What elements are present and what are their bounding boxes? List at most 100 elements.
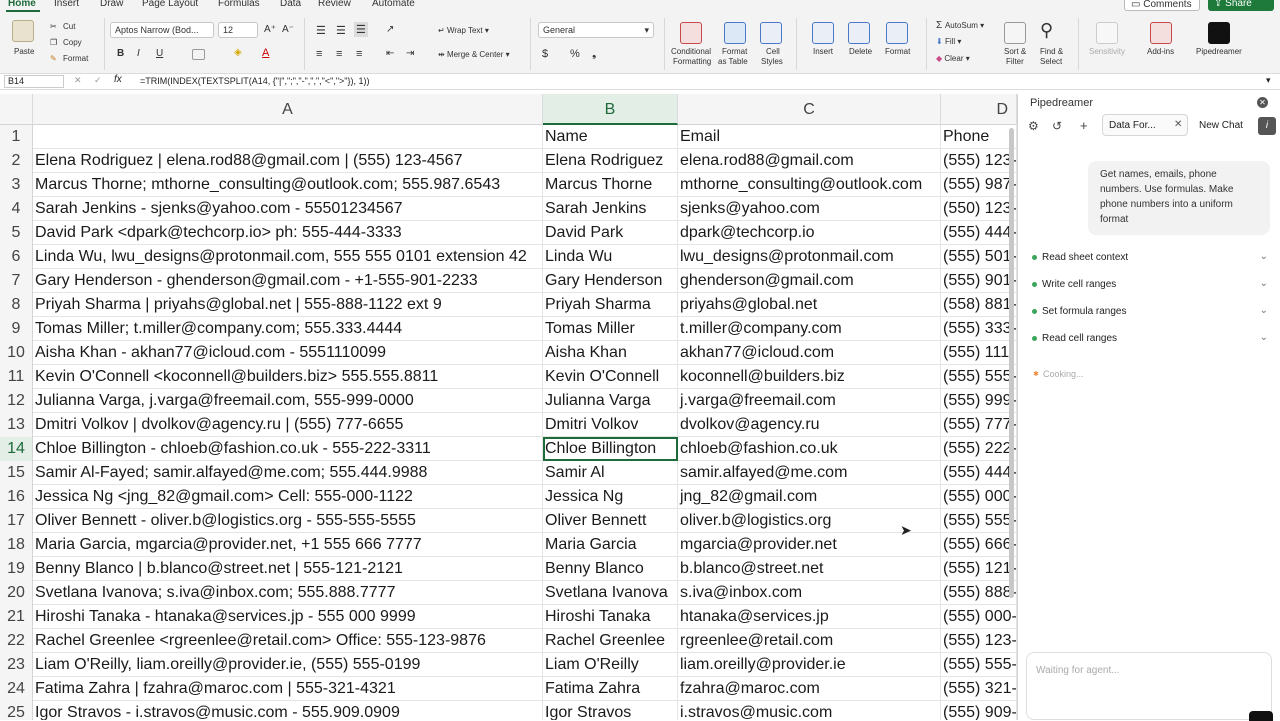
fill-button[interactable]: ⬇ Fill ▾ [936,37,961,46]
delete-cells-icon[interactable] [848,22,870,44]
tab-home[interactable]: Home [8,0,36,9]
cell-c[interactable]: dvolkov@agency.ru [678,413,941,437]
tool-step[interactable]: Read cell ranges ⌄ [1028,330,1272,350]
cell-d[interactable]: (555) 000- [941,485,1017,509]
cell-a[interactable]: Svetlana Ivanova; s.iva@inbox.com; 555.8… [33,581,543,605]
cell-b[interactable]: Hiroshi Tanaka [543,605,678,629]
sort-filter-label-2[interactable]: Filter [1006,57,1024,66]
decrease-font-icon[interactable]: A⁻ [282,24,294,35]
cell-d[interactable]: (550) 123- [941,197,1017,221]
copy-icon[interactable]: ❐ [50,38,57,47]
cell-c[interactable]: priyahs@global.net [678,293,941,317]
cell-b[interactable]: Fatima Zahra [543,677,678,701]
tab-data[interactable]: Data [280,0,301,9]
font-name-select[interactable]: Aptos Narrow (Bod... [110,22,214,38]
cell-styles-icon[interactable] [760,22,782,44]
share-button[interactable]: ⇪ Share [1208,0,1274,11]
tab-page-layout[interactable]: Page Layout [142,0,198,9]
cell-d[interactable]: (555) 555- [941,509,1017,533]
cell-a[interactable]: Tomas Miller; t.miller@company.com; 555.… [33,317,543,341]
confirm-icon[interactable]: ✓ [94,75,102,86]
cell-c[interactable]: sjenks@yahoo.com [678,197,941,221]
cell-d[interactable]: (555) 909- [941,701,1017,720]
cell-a[interactable]: Benny Blanco | b.blanco@street.net | 555… [33,557,543,581]
cell-b[interactable]: David Park [543,221,678,245]
chat-input[interactable]: Waiting for agent... [1026,652,1273,721]
new-chat-button[interactable]: New Chat [1199,120,1243,131]
row-header[interactable]: 5 [0,221,33,245]
cell-b[interactable]: Aisha Khan [543,341,678,365]
orientation-icon[interactable]: ↗ [386,24,394,35]
align-right-icon[interactable]: ≡ [356,48,362,60]
row-header[interactable]: 15 [0,461,33,485]
cell-a[interactable]: Rachel Greenlee <rgreenlee@retail.com> O… [33,629,543,653]
tool-step[interactable]: Set formula ranges ⌄ [1028,303,1272,323]
row-header[interactable]: 21 [0,605,33,629]
close-tab-icon[interactable]: ✕ [1174,119,1182,130]
cell-a[interactable]: Jessica Ng <jng_82@gmail.com> Cell: 555-… [33,485,543,509]
row-header[interactable]: 6 [0,245,33,269]
row-header[interactable]: 19 [0,557,33,581]
row-header[interactable]: 14 [0,437,33,461]
row-header[interactable]: 18 [0,533,33,557]
cell-a[interactable]: Marcus Thorne; mthorne_consulting@outloo… [33,173,543,197]
cell-c[interactable]: s.iva@inbox.com [678,581,941,605]
cell-b[interactable]: Maria Garcia [543,533,678,557]
row-header[interactable]: 10 [0,341,33,365]
format-painter-label[interactable]: Format [63,54,88,63]
format-painter-icon[interactable]: ✎ [50,54,57,63]
cell-a[interactable]: Hiroshi Tanaka - htanaka@services.jp - 5… [33,605,543,629]
paste-icon[interactable] [12,20,34,42]
cell-d[interactable]: (555) 123- [941,629,1017,653]
conditional-formatting-label-1[interactable]: Conditional [671,47,711,56]
cell-b[interactable]: Tomas Miller [543,317,678,341]
format-table-label-1[interactable]: Format [722,47,747,56]
bold-button[interactable]: B [117,48,124,59]
cell-b[interactable]: Oliver Bennett [543,509,678,533]
cell-d[interactable]: (555) 222- [941,437,1017,461]
underline-button[interactable]: U [156,48,163,59]
cell-c[interactable]: rgreenlee@retail.com [678,629,941,653]
cell-c[interactable]: b.blanco@street.net [678,557,941,581]
chevron-down-icon[interactable]: ⌄ [1260,278,1268,289]
cell-a[interactable]: Samir Al-Fayed; samir.alfayed@me.com; 55… [33,461,543,485]
wrap-text-button[interactable]: ↵ Wrap Text ▾ [438,26,489,35]
cell-d[interactable]: (555) 000- [941,605,1017,629]
cell-a[interactable]: Aisha Khan - akhan77@icloud.com - 555111… [33,341,543,365]
comments-button[interactable]: ▭ Comments [1124,0,1200,11]
tab-review[interactable]: Review [318,0,351,9]
align-top-icon[interactable]: ☰ [316,24,326,37]
number-format-select[interactable]: General ▾ [538,22,654,38]
sensitivity-icon[interactable] [1096,22,1118,44]
cell-styles-label-1[interactable]: Cell [766,47,780,56]
cell-d[interactable]: (555) 501- [941,245,1017,269]
add-ins-icon[interactable] [1150,22,1172,44]
pipedreamer-ribbon-label[interactable]: Pipedreamer [1196,47,1242,56]
format-table-label-2[interactable]: as Table [718,57,748,66]
cell-c[interactable]: lwu_designs@protonmail.com [678,245,941,269]
settings-gear-icon[interactable]: ⚙ [1028,119,1039,133]
insert-cells-icon[interactable] [812,22,834,44]
align-center-icon[interactable]: ≡ [336,48,342,60]
cell-c[interactable]: akhan77@icloud.com [678,341,941,365]
cell-c[interactable]: ghenderson@gmail.com [678,269,941,293]
merge-center-button[interactable]: ⇹ Merge & Center ▾ [438,50,510,59]
sort-filter-label-1[interactable]: Sort & [1004,47,1026,56]
chat-tab[interactable]: Data For... ✕ [1102,114,1188,136]
tool-step[interactable]: Read sheet context ⌄ [1028,249,1272,269]
cell-d[interactable]: (555) 121- [941,557,1017,581]
cell-b[interactable]: Marcus Thorne [543,173,678,197]
cell-b[interactable]: Elena Rodriguez [543,149,678,173]
cell-d[interactable]: (555) 111- [941,341,1017,365]
sensitivity-label[interactable]: Sensitivity [1089,47,1125,56]
pipedreamer-logo-icon[interactable] [1208,22,1230,44]
cell-b[interactable]: Sarah Jenkins [543,197,678,221]
cell-a[interactable]: Gary Henderson - ghenderson@gmail.com - … [33,269,543,293]
cell-c[interactable]: Email [678,125,941,149]
history-icon[interactable]: ↺ [1052,119,1062,133]
cell-b[interactable]: Name [543,125,678,149]
column-header-c[interactable]: C [678,94,941,125]
cell-b[interactable]: Chloe Billington [543,437,678,461]
delete-label[interactable]: Delete [849,47,872,56]
increase-indent-icon[interactable]: ⇥ [406,48,414,59]
